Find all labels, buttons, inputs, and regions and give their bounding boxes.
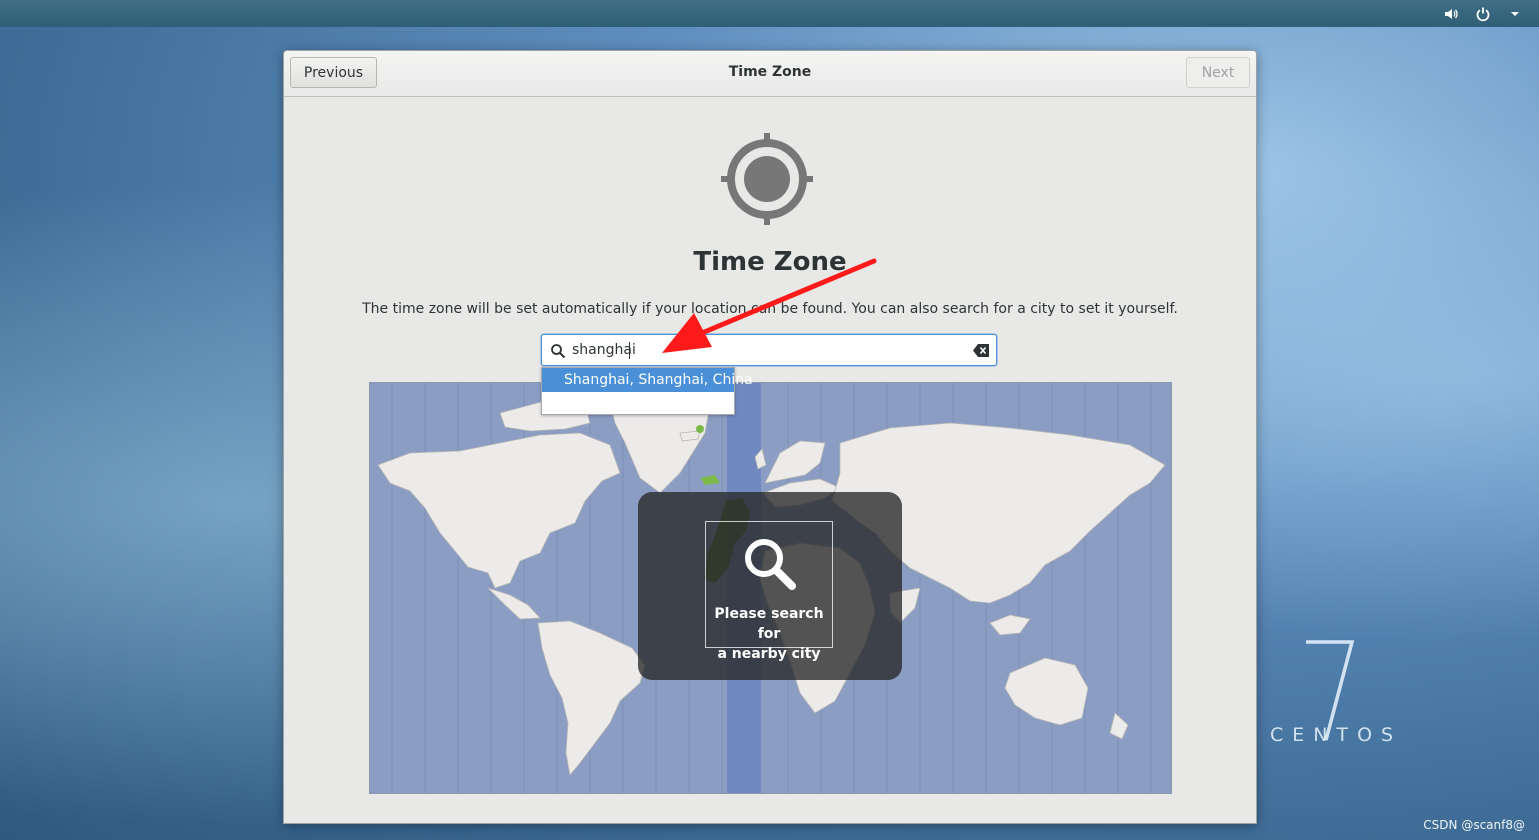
volume-icon[interactable] xyxy=(1441,4,1461,24)
search-icon xyxy=(551,344,566,359)
window-header: Previous Time Zone Next xyxy=(284,51,1256,97)
search-hint-line-2: a nearby city xyxy=(717,646,821,662)
search-hint-text: Please search for a nearby city xyxy=(706,604,832,664)
text-caret xyxy=(629,342,630,359)
installer-window: Previous Time Zone Next Time Zone The ti… xyxy=(283,50,1257,824)
search-hint-overlay: Please search for a nearby city xyxy=(638,492,902,680)
search-hint-line-1: Please search for xyxy=(714,606,824,642)
description-text: The time zone will be set automatically … xyxy=(362,301,1178,317)
menu-arrow-icon[interactable] xyxy=(1505,4,1525,24)
location-icon xyxy=(721,133,813,225)
top-bar xyxy=(0,0,1539,27)
suggestion-item[interactable]: Shanghai, Shanghai, China xyxy=(542,368,753,392)
search-hint-box: Please search for a nearby city xyxy=(705,521,833,662)
power-icon[interactable] xyxy=(1473,4,1493,24)
next-button[interactable]: Next xyxy=(1186,57,1250,88)
page-title: Time Zone xyxy=(693,247,847,277)
city-search-field[interactable] xyxy=(541,334,997,366)
city-suggestions-dropdown: Shanghai, Shanghai, China xyxy=(541,367,753,415)
watermark: CSDN @scanf8@ xyxy=(1423,818,1525,832)
window-title: Time Zone xyxy=(728,64,812,80)
centos-brand-text: CENTOS xyxy=(1270,724,1403,746)
magnifier-icon xyxy=(745,539,796,590)
clear-text-icon[interactable] xyxy=(973,344,989,357)
